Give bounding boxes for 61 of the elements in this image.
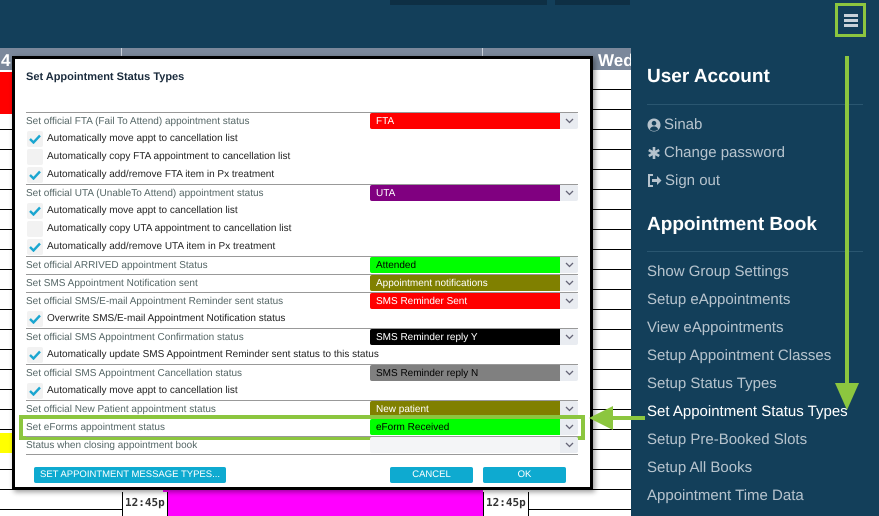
setting-label: Status when closing appointment book bbox=[26, 438, 198, 452]
menu-item[interactable]: Setup Status Types bbox=[647, 370, 863, 398]
section-heading: Appointment Book bbox=[647, 210, 863, 252]
setting-label: Set official FTA (Fail To Attend) appointment status bbox=[26, 114, 250, 128]
setting-label: Set SMS Appointment Notification sent bbox=[26, 276, 199, 290]
dialog-title: Set Appointment Status Types bbox=[26, 70, 186, 85]
setting-label: Set official SMS/E-mail Appointment Reminder sent status bbox=[26, 294, 284, 308]
menu-item[interactable]: Setup All Books bbox=[647, 454, 863, 482]
menu-item[interactable]: Sign out bbox=[647, 166, 863, 194]
time-label: 12:45p bbox=[483, 492, 529, 516]
menu-item[interactable]: Change password bbox=[647, 138, 863, 166]
checkbox-label: Automatically add/remove UTA item in Px treatment bbox=[47, 240, 276, 254]
caret-icon bbox=[564, 298, 574, 304]
setting-label: Set official New Patient appointment status bbox=[26, 402, 217, 416]
checkbox[interactable] bbox=[27, 382, 43, 398]
section-heading: User Account bbox=[647, 63, 863, 104]
setting-label: Set official SMS Appointment Confirmation status bbox=[26, 330, 245, 344]
checkbox-label: Automatically copy UTA appointment to cancellation list bbox=[47, 222, 292, 236]
menu-item[interactable]: Sinab bbox=[647, 110, 863, 138]
caret-icon bbox=[564, 334, 574, 340]
menu-icon bbox=[844, 14, 858, 26]
menu-item[interactable]: Show Group Settings bbox=[647, 258, 863, 286]
menu-item[interactable]: Setup eAppointments bbox=[647, 286, 863, 314]
menu-button[interactable] bbox=[835, 3, 866, 37]
caret-icon bbox=[564, 442, 574, 448]
setting-label: Set official UTA (UnableTo Attend) appointment status bbox=[26, 186, 265, 200]
caret-icon bbox=[564, 280, 574, 286]
checkbox-label: Overwrite SMS/E-mail Appointment Notification status bbox=[47, 312, 286, 326]
appointment-block[interactable] bbox=[163, 490, 483, 516]
menu-item[interactable]: Setup Appointment Classes bbox=[647, 342, 863, 370]
checkbox[interactable] bbox=[27, 238, 43, 254]
checkbox[interactable] bbox=[27, 130, 43, 146]
checkbox-label: Automatically copy FTA appointment to cancellation list bbox=[47, 150, 292, 164]
arrow bbox=[589, 406, 645, 430]
checkbox-label: Automatically add/remove FTA item in Px treatment bbox=[47, 168, 276, 182]
caret-icon bbox=[564, 118, 574, 124]
menu-item[interactable]: Setup Pre-Booked Slots bbox=[647, 426, 863, 454]
user-icon bbox=[647, 118, 661, 132]
column-header: 4 bbox=[1, 51, 10, 70]
checkbox-label: Automatically update SMS Appointment Reminder sent status to this status bbox=[47, 348, 380, 362]
caret-icon bbox=[564, 424, 574, 430]
caret-icon bbox=[564, 190, 574, 196]
caret-icon bbox=[564, 406, 574, 412]
asterisk-icon bbox=[647, 146, 661, 160]
setting-label: Set eForms appointment status bbox=[26, 420, 166, 434]
menu-item[interactable]: Set Appointment Status Types bbox=[647, 398, 863, 426]
checkbox-label: Automatically move appt to cancellation list bbox=[47, 204, 239, 218]
setting-label: Set official ARRIVED appointment Status bbox=[26, 258, 209, 272]
checkbox[interactable] bbox=[27, 202, 43, 218]
checkbox[interactable] bbox=[27, 346, 43, 362]
menu-item[interactable]: Appointment Time Data bbox=[647, 482, 863, 510]
time-label: 12:45p bbox=[122, 492, 168, 516]
menu-item[interactable]: View eAppointments bbox=[647, 314, 863, 342]
caret-icon bbox=[564, 370, 574, 376]
setting-label: Set official SMS Appointment Cancellation status bbox=[26, 366, 244, 380]
sign-out-icon bbox=[647, 174, 662, 187]
checkbox[interactable] bbox=[27, 310, 43, 326]
checkbox-label: Automatically move appt to cancellation list bbox=[47, 132, 239, 146]
checkbox[interactable] bbox=[27, 166, 43, 182]
checkbox-label: Automatically move appt to cancellation list bbox=[47, 384, 239, 398]
caret-icon bbox=[564, 262, 574, 268]
